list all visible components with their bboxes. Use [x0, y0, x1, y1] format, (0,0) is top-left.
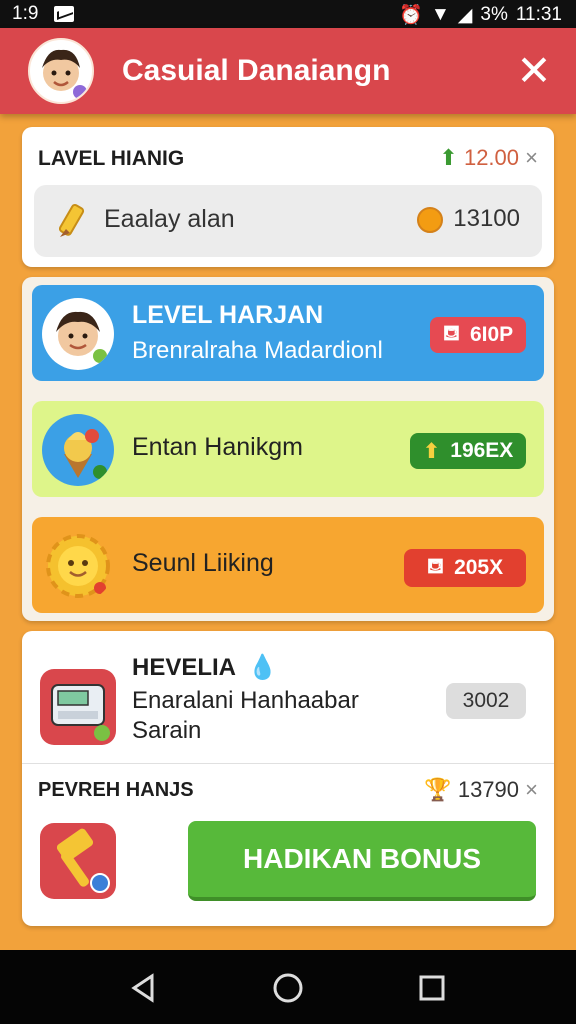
level-item-harjan[interactable]: LEVEL HARJAN Brenralraha Madardionl ⛾ 6I0… [32, 285, 544, 381]
hammer-icon [40, 823, 116, 899]
bonus-line2: Sarain [132, 717, 202, 744]
level-item-liiking[interactable]: Seunl Liiking ⛾ 205X [32, 517, 544, 613]
ticket-icon: ⛾ [426, 555, 445, 578]
wallet-row[interactable]: Eaalay alan 13100 [34, 185, 542, 257]
level-name: Seunl Liiking [132, 549, 274, 577]
wallet-label: Eaalay alan [104, 205, 235, 233]
footer-title: PEVREH HANJS [38, 779, 194, 801]
wallet-value: 13100 [417, 205, 520, 233]
recents-icon[interactable] [414, 970, 450, 1006]
system-nav-bar [0, 950, 576, 1024]
level-name: LEVEL HARJAN [132, 301, 324, 329]
pencil-icon [58, 203, 85, 237]
sun-gear-icon [42, 530, 114, 602]
cash-register-icon [40, 669, 116, 745]
level-item-hanikgm[interactable]: Entan Hanikgm ⬆ 196EX [32, 401, 544, 497]
claim-bonus-button[interactable]: HADIKAN BONUS [188, 821, 536, 901]
drop-icon: 💧 [247, 654, 278, 681]
level-name: Entan Hanikgm [132, 433, 303, 461]
ticket-icon: ⛾ [442, 322, 460, 345]
footer-value: 🏆 13790 × [424, 777, 538, 802]
alarm-icon: ⏰ [399, 5, 423, 26]
level-subtitle: Brenralraha Madardionl [132, 337, 383, 364]
level-reward-badge[interactable]: ⬆ 196EX [410, 433, 526, 469]
back-icon[interactable] [126, 970, 162, 1006]
divider [22, 763, 554, 764]
page-title: Casuial Danaiangn [122, 54, 391, 87]
bonus-title: HEVELIA 💧 [132, 654, 278, 681]
bonus-card: HEVELIA 💧 Enaralani Hanhaabar Sarain 300… [22, 631, 554, 926]
icecream-icon [42, 414, 114, 486]
avatar-face-icon [42, 49, 87, 99]
status-time-left: 1:9 [12, 3, 39, 24]
status-clock: 11:31 [515, 4, 562, 25]
home-icon[interactable] [270, 970, 306, 1006]
battery-text: 3% [480, 4, 508, 25]
avatar[interactable] [28, 38, 94, 104]
arrow-up-icon: ⬆ [422, 439, 441, 463]
mail-icon [54, 6, 75, 22]
wifi-icon: ▼ [430, 4, 450, 25]
app-header: Casuial Danaiangn ✕ [0, 28, 576, 114]
signal-icon: ◢ [457, 4, 473, 26]
status-bar: 1:9 ⏰ ▼ ◢ 3% 11:31 [0, 0, 576, 28]
level-reward-badge[interactable]: ⛾ 6I0P [430, 317, 526, 353]
bonus-count-badge: 3002 [446, 683, 526, 719]
coin-icon [417, 206, 444, 233]
levels-list: LEVEL HARJAN Brenralraha Madardionl ⛾ 6I0… [22, 277, 554, 621]
card-title: LAVEL HIANIG [38, 147, 185, 170]
bonus-line1: Enaralani Hanhaabar [132, 687, 359, 714]
trophy-icon: 🏆 [424, 777, 452, 802]
close-button[interactable]: ✕ [514, 50, 554, 92]
arrow-up-icon: ⬆ [439, 145, 458, 170]
level-reward-badge[interactable]: ⛾ 205X [404, 549, 526, 587]
level-summary-card: LAVEL HIANIG ⬆ 12.00 × Eaalay alan 13100 [22, 127, 554, 267]
card-value: ⬆ 12.00 × [439, 145, 538, 170]
boy-avatar-icon [42, 298, 114, 370]
